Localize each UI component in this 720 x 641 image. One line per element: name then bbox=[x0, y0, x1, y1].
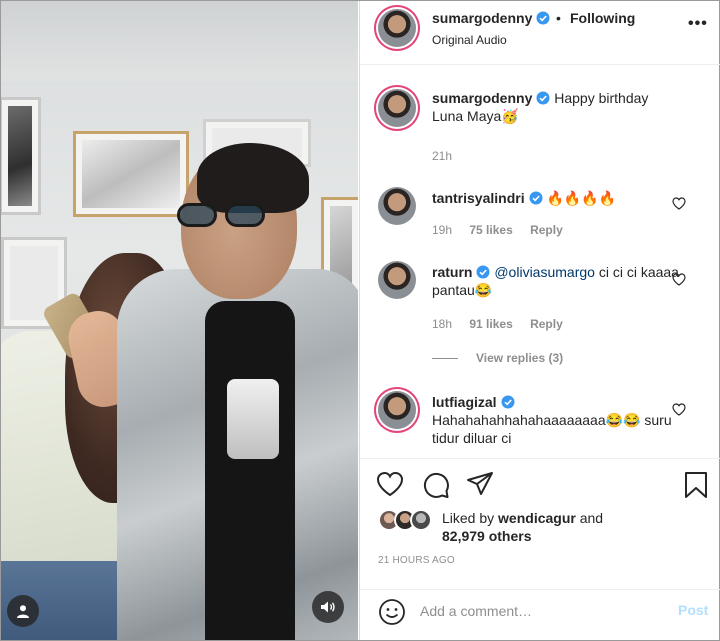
comment-text: Hahahahahhahahaaaaaaaa😂😂 suru tidur dilu… bbox=[432, 412, 672, 446]
caption-time[interactable]: 21h bbox=[432, 149, 452, 163]
comment-time[interactable]: 18h bbox=[432, 317, 452, 331]
paper-plane-icon bbox=[467, 472, 493, 495]
sound-toggle-button[interactable] bbox=[312, 591, 344, 623]
avatar[interactable] bbox=[378, 187, 416, 225]
reply-button[interactable]: Reply bbox=[530, 223, 563, 237]
comment-button[interactable] bbox=[422, 471, 450, 499]
save-button[interactable] bbox=[684, 471, 708, 499]
comment-input[interactable] bbox=[420, 598, 660, 624]
original-audio-link[interactable]: Original Audio bbox=[432, 33, 507, 47]
like-comment-heart-icon[interactable] bbox=[672, 403, 686, 416]
post-actions: Liked by wendicagur and 82,979 others 21… bbox=[360, 458, 720, 578]
share-button[interactable] bbox=[466, 471, 494, 497]
user-icon bbox=[17, 605, 29, 618]
avatar[interactable] bbox=[378, 261, 416, 299]
post-header: sumargodenny • Following Original Audio … bbox=[360, 1, 720, 65]
add-comment-bar: Post bbox=[360, 589, 720, 640]
like-comment-heart-icon[interactable] bbox=[672, 273, 686, 286]
more-options-icon[interactable]: ••• bbox=[688, 15, 708, 33]
avatar[interactable] bbox=[378, 9, 416, 47]
header-separator: • bbox=[556, 10, 561, 26]
sunglasses bbox=[177, 203, 273, 229]
liker-username[interactable]: wendicagur bbox=[498, 510, 576, 526]
speaker-icon bbox=[321, 601, 335, 613]
verified-badge-icon bbox=[529, 191, 543, 205]
comment-text: 🔥🔥🔥🔥 bbox=[546, 190, 617, 206]
smiley-icon bbox=[379, 599, 405, 625]
wall-picture-frame bbox=[1, 97, 41, 215]
post-video[interactable] bbox=[1, 1, 358, 640]
post-author-username[interactable]: sumargodenny bbox=[432, 10, 550, 26]
comment-username[interactable]: raturn bbox=[432, 264, 490, 280]
verified-badge-icon bbox=[536, 91, 550, 105]
comments-list[interactable]: sumargodenny Happy birthday Luna Maya🥳 2… bbox=[360, 65, 720, 458]
like-button[interactable] bbox=[376, 471, 404, 497]
avatar[interactable] bbox=[378, 391, 416, 429]
tagged-users-button[interactable] bbox=[7, 595, 39, 627]
comment-likes[interactable]: 91 likes bbox=[469, 317, 512, 331]
verified-badge-icon bbox=[476, 265, 490, 279]
caption-username[interactable]: sumargodenny bbox=[432, 90, 550, 106]
heart-icon bbox=[376, 471, 404, 497]
emoji-picker-button[interactable] bbox=[378, 598, 406, 631]
bookmark-icon bbox=[685, 472, 707, 498]
divider bbox=[432, 357, 458, 359]
post-timestamp[interactable]: 21 HOURS AGO bbox=[378, 555, 455, 566]
like-comment-heart-icon[interactable] bbox=[672, 197, 686, 210]
likes-count[interactable]: 82,979 others bbox=[442, 528, 532, 544]
reply-button[interactable]: Reply bbox=[530, 317, 563, 331]
comment-time[interactable]: 19h bbox=[432, 223, 452, 237]
verified-badge-icon bbox=[501, 395, 515, 409]
avatar[interactable] bbox=[410, 509, 432, 531]
post-comment-button[interactable]: Post bbox=[678, 602, 708, 618]
avatar[interactable] bbox=[378, 89, 416, 127]
comment-likes[interactable]: 75 likes bbox=[469, 223, 512, 237]
mention-link[interactable]: @oliviasumargo bbox=[494, 264, 595, 280]
comment-username[interactable]: tantrisyalindri bbox=[432, 190, 543, 206]
comment-bubble-icon bbox=[423, 472, 449, 498]
wall-picture-frame bbox=[73, 131, 189, 217]
verified-badge-icon bbox=[536, 11, 550, 25]
view-replies-button[interactable]: View replies (3) bbox=[432, 351, 563, 365]
following-button[interactable]: Following bbox=[570, 10, 635, 26]
post-side-panel: sumargodenny • Following Original Audio … bbox=[359, 1, 720, 640]
comment-username[interactable]: lutfiagizal bbox=[432, 394, 515, 410]
